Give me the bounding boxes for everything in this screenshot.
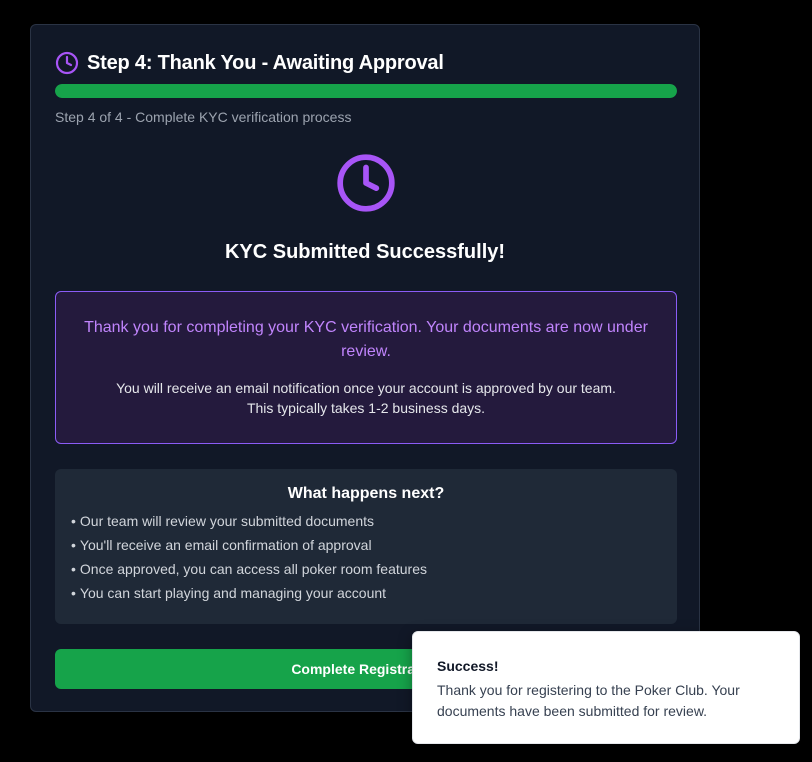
list-item: • Our team will review your submitted doc… (71, 509, 661, 533)
step-caption: Step 4 of 4 - Complete KYC verification … (55, 109, 352, 125)
toast-title: Success! (437, 658, 499, 674)
step-header: Step 4: Thank You - Awaiting Approval (55, 51, 444, 75)
notice-main-text: Thank you for completing your KYC verifi… (84, 319, 648, 360)
step-title: Step 4: Thank You - Awaiting Approval (87, 51, 444, 74)
list-item: • Once approved, you can access all poker… (71, 557, 661, 581)
bullet-icon: • (71, 537, 76, 553)
list-item: • You'll receive an email confirmation of… (71, 533, 661, 557)
bullet-icon: • (71, 585, 76, 601)
list-item-text: Once approved, you can access all poker … (79, 561, 427, 577)
list-item-text: Our team will review your submitted docu… (79, 513, 375, 529)
bullet-icon: • (71, 561, 76, 577)
clock-icon (55, 51, 79, 75)
clock-icon (335, 152, 397, 214)
notice-sub-text: You will receive an email notification o… (116, 380, 616, 416)
list-item: • You can start playing and managing your… (71, 581, 661, 605)
success-toast[interactable]: Success! Thank you for registering to th… (412, 631, 800, 744)
review-notice: Thank you for completing your KYC verifi… (55, 291, 677, 444)
next-steps-title: What happens next? (287, 485, 445, 502)
toast-message: Thank you for registering to the Poker C… (437, 682, 740, 719)
list-item-text: You'll receive an email confirmation of … (79, 537, 372, 553)
progress-bar-fill (55, 84, 677, 98)
list-item-text: You can start playing and managing your … (79, 585, 387, 601)
next-steps-list: • Our team will review your submitted doc… (71, 509, 661, 605)
bullet-icon: • (71, 513, 76, 529)
kyc-step-card: Step 4: Thank You - Awaiting Approval St… (30, 24, 700, 712)
progress-bar (55, 84, 677, 98)
success-heading: KYC Submitted Successfully! (224, 241, 506, 263)
next-steps-panel: What happens next? • Our team will review… (55, 469, 677, 624)
